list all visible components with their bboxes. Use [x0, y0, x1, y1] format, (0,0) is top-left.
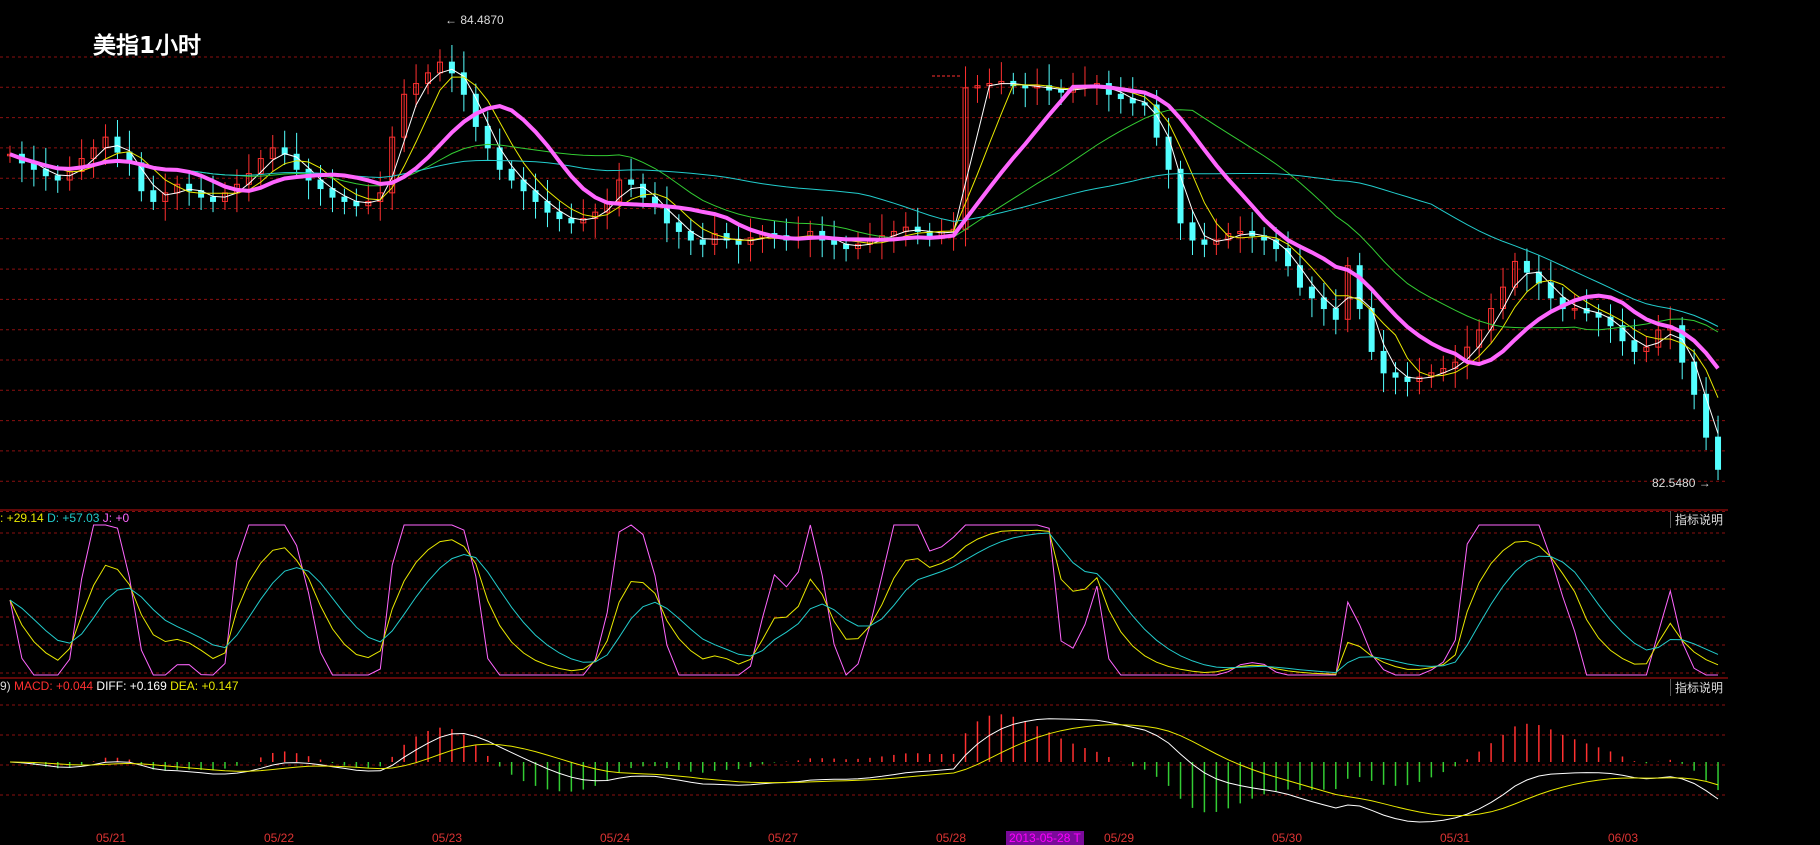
candle-down [1380, 350, 1387, 374]
price-low-label: 82.5480 → [1652, 476, 1711, 490]
kdj-d-value: D: +57.03 [47, 511, 100, 525]
price-high-value: 84.4870 [460, 13, 504, 27]
date-tick-label: 05/31 [1440, 831, 1471, 845]
dea-value: DEA: +0.147 [170, 679, 239, 693]
kdj-legend: : +29.14 D: +57.03 J: +0 [0, 511, 129, 525]
macd-dea-line [9, 724, 1719, 817]
ma-line-yellow [9, 76, 1719, 398]
date-tick-label: 05/23 [432, 831, 463, 845]
candle-down [1117, 93, 1124, 100]
candle-down [914, 226, 921, 232]
date-tick-label: 05/22 [264, 831, 295, 845]
candle-down [568, 218, 575, 224]
candle-down [1703, 393, 1710, 438]
candle-down [1201, 239, 1208, 245]
candle-down [831, 239, 838, 245]
date-tick-label: 05/30 [1272, 831, 1303, 845]
candle-down [1631, 340, 1638, 352]
candle-down [1392, 372, 1399, 378]
kdj-explain-button[interactable]: 指标说明 [1669, 511, 1727, 528]
candle-down [341, 196, 348, 202]
kdj-k-value: : +29.14 [0, 511, 44, 525]
kdj-d-line [9, 532, 1719, 674]
ma-line-green [9, 109, 1719, 333]
date-tick-label: 05/27 [768, 831, 799, 845]
candle-down [448, 61, 455, 74]
ma-line-white [9, 68, 1719, 434]
date-tick-label: 05/21 [96, 831, 127, 845]
macd-legend: 9) MACD: +0.044 DIFF: +0.169 DEA: +0.147 [0, 679, 239, 693]
candle-down [675, 222, 682, 232]
candle-down [1523, 260, 1530, 273]
candle-down [1547, 282, 1554, 299]
macd-explain-button[interactable]: 指标说明 [1669, 679, 1727, 696]
candle-down [1189, 222, 1196, 241]
candle-down [699, 239, 706, 245]
candle-down [114, 136, 121, 153]
candle-down [472, 93, 479, 127]
chart-title: 美指1小时 [93, 33, 202, 59]
ma-line-thick [9, 84, 1720, 370]
candle-down [1022, 85, 1029, 89]
price-high-label: ← 84.4870 [445, 13, 504, 27]
candle-down [1308, 286, 1315, 299]
candle-down [1715, 436, 1722, 470]
candle-down [210, 196, 217, 202]
candle-down [150, 190, 157, 202]
candle-down [556, 211, 563, 220]
date-tick-label: 05/28 [936, 831, 967, 845]
macd-value: MACD: +0.044 [14, 679, 94, 693]
date-tick-label: 05/24 [600, 831, 631, 845]
kdj-j-value: J: +0 [102, 511, 130, 525]
candle-down [508, 168, 515, 181]
macd-prefix: 9) [0, 679, 11, 693]
candle-down [54, 175, 61, 181]
date-tick-label: 05/29 [1104, 831, 1135, 845]
chart-canvas [0, 45, 1728, 823]
price-low-value: 82.5480 [1652, 476, 1696, 490]
candle-down [1332, 308, 1339, 320]
candle-down [1058, 89, 1065, 93]
candle-down [628, 179, 635, 185]
date-tick-label: 06/03 [1608, 831, 1639, 845]
diff-value: DIFF: +0.169 [96, 679, 167, 693]
date-cursor-label: 2013-05-28 T [1006, 831, 1084, 845]
